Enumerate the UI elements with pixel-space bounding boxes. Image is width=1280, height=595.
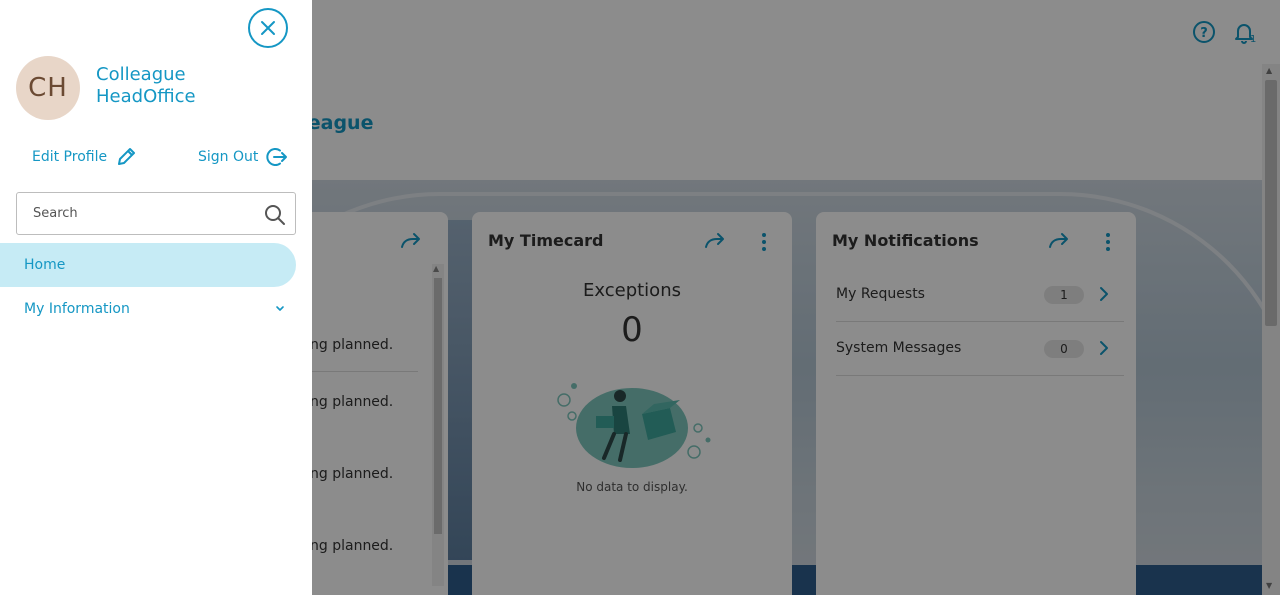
side-drawer: CH Colleague HeadOffice Edit Profile Sig…: [0, 0, 312, 595]
sign-out-label: Sign Out: [198, 149, 259, 165]
sign-out-icon: [266, 148, 288, 166]
search-input[interactable]: [17, 193, 257, 234]
nav-item-home[interactable]: Home: [0, 243, 296, 287]
nav-item-label: Home: [24, 257, 66, 273]
close-button[interactable]: [248, 8, 288, 48]
nav-item-label: My Information: [24, 301, 130, 317]
close-icon: [261, 21, 275, 35]
avatar: CH: [16, 56, 80, 120]
user-name: Colleague HeadOffice: [96, 64, 196, 108]
nav-item-my-information[interactable]: My Information: [0, 287, 296, 331]
edit-profile-label: Edit Profile: [32, 149, 108, 165]
sign-out-link[interactable]: Sign Out: [198, 146, 288, 168]
chevron-down-icon[interactable]: [274, 304, 286, 314]
user-last-name: HeadOffice: [96, 86, 196, 107]
edit-profile-link[interactable]: Edit Profile: [32, 146, 137, 168]
edit-pencil-icon: [118, 148, 136, 165]
user-first-name: Colleague: [96, 64, 186, 85]
search-icon[interactable]: [263, 203, 287, 227]
search-box: [16, 192, 296, 235]
